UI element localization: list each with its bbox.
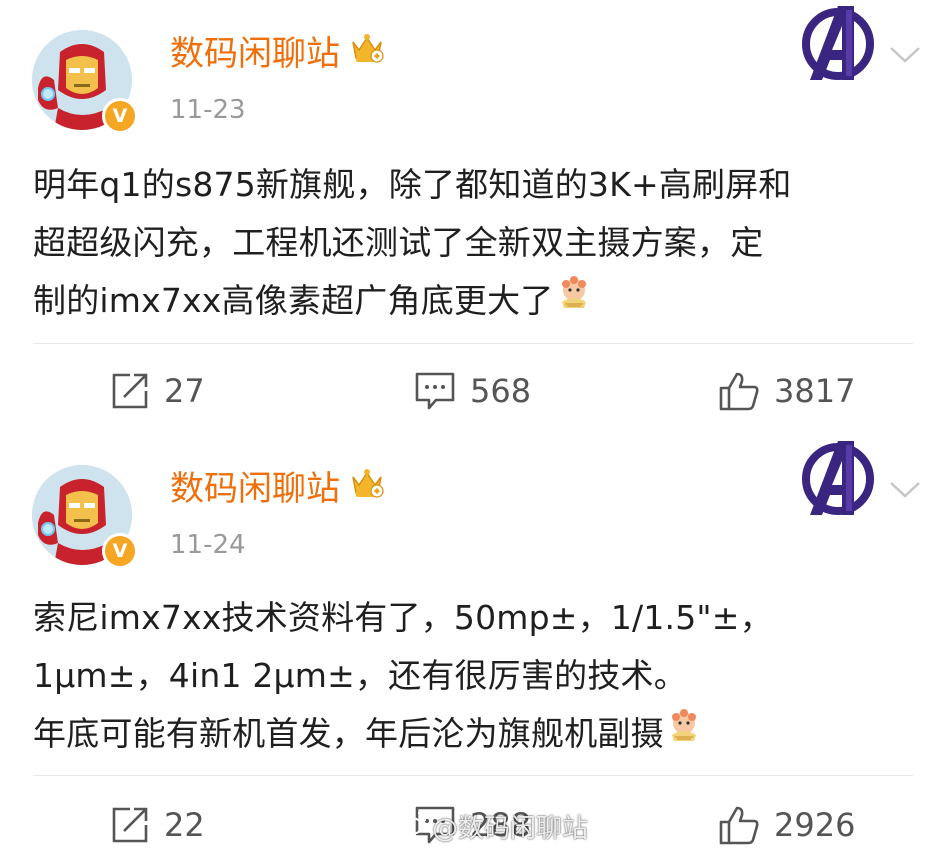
post-date: 11-23 xyxy=(170,95,246,125)
action-bar: 22 288 2926 xyxy=(0,795,945,855)
repost-button[interactable]: 22 xyxy=(110,795,205,855)
comment-button[interactable]: 568 xyxy=(414,361,531,421)
weibo-post: V 数码闲聊站 11-24 索尼imx7xx技术资料有了，50mp±，1/1.5… xyxy=(0,435,945,863)
post-text-line: 1μm±，4in1 2μm±，还有很厉害的技术。 xyxy=(33,656,687,695)
post-text-line: 索尼imx7xx技术资料有了，50mp±，1/1.5"±， xyxy=(33,598,773,637)
chevron-down-icon[interactable] xyxy=(888,44,922,70)
post-text-line: 制的imx7xx高像素超广角底更大了 xyxy=(33,272,913,330)
divider xyxy=(33,343,913,344)
comment-icon xyxy=(414,805,456,845)
post-text-line-content: 年底可能有新机首发，年后沦为旗舰机副摄 xyxy=(33,714,664,753)
repost-count: 22 xyxy=(164,806,205,844)
post-text: 明年q1的s875新旗舰，除了都知道的3K+高刷屏和 超超级闪充，工程机还测试了… xyxy=(33,156,913,330)
post-text: 索尼imx7xx技术资料有了，50mp±，1/1.5"±， 1μm±，4in1 … xyxy=(33,589,913,763)
username[interactable]: 数码闲聊站 xyxy=(170,32,384,76)
comment-button[interactable]: 288 xyxy=(414,795,531,855)
avengers-a-icon[interactable] xyxy=(798,437,878,523)
thumbs-up-icon xyxy=(718,804,760,846)
repost-button[interactable]: 27 xyxy=(110,361,205,421)
like-button[interactable]: 2926 xyxy=(718,795,855,855)
like-count: 2926 xyxy=(774,806,856,844)
doge-emoji-icon xyxy=(556,270,592,328)
thumbs-up-icon xyxy=(718,370,760,412)
like-button[interactable]: 3817 xyxy=(718,361,855,421)
crown-member-icon xyxy=(350,466,384,510)
verified-v-icon: V xyxy=(102,98,138,134)
post-text-line: 年底可能有新机首发，年后沦为旗舰机副摄 xyxy=(33,705,913,763)
post-date: 11-24 xyxy=(170,530,246,560)
verified-v-icon: V xyxy=(102,533,138,569)
like-count: 3817 xyxy=(774,372,856,410)
repost-icon xyxy=(110,371,150,411)
comment-icon xyxy=(414,371,456,411)
comment-count: 568 xyxy=(470,372,532,410)
comment-count: 288 xyxy=(470,806,532,844)
chevron-down-icon[interactable] xyxy=(888,479,922,505)
post-text-line: 超超级闪充，工程机还测试了全新双主摄方案，定 xyxy=(33,223,764,262)
divider xyxy=(33,775,913,776)
username-label[interactable]: 数码闲聊站 xyxy=(170,34,340,74)
post-text-line-content: 制的imx7xx高像素超广角底更大了 xyxy=(33,281,554,320)
repost-icon xyxy=(110,805,150,845)
avengers-a-icon[interactable] xyxy=(798,2,878,88)
action-bar: 27 568 3817 xyxy=(0,361,945,421)
username[interactable]: 数码闲聊站 xyxy=(170,467,384,511)
weibo-post: V 数码闲聊站 11-23 明年q1的s875新旗舰，除了都知道的3K+高刷屏和… xyxy=(0,0,945,435)
username-label[interactable]: 数码闲聊站 xyxy=(170,469,340,509)
doge-emoji-icon xyxy=(666,703,702,761)
repost-count: 27 xyxy=(164,372,205,410)
post-text-line: 明年q1的s875新旗舰，除了都知道的3K+高刷屏和 xyxy=(33,165,792,204)
crown-member-icon xyxy=(350,31,384,75)
